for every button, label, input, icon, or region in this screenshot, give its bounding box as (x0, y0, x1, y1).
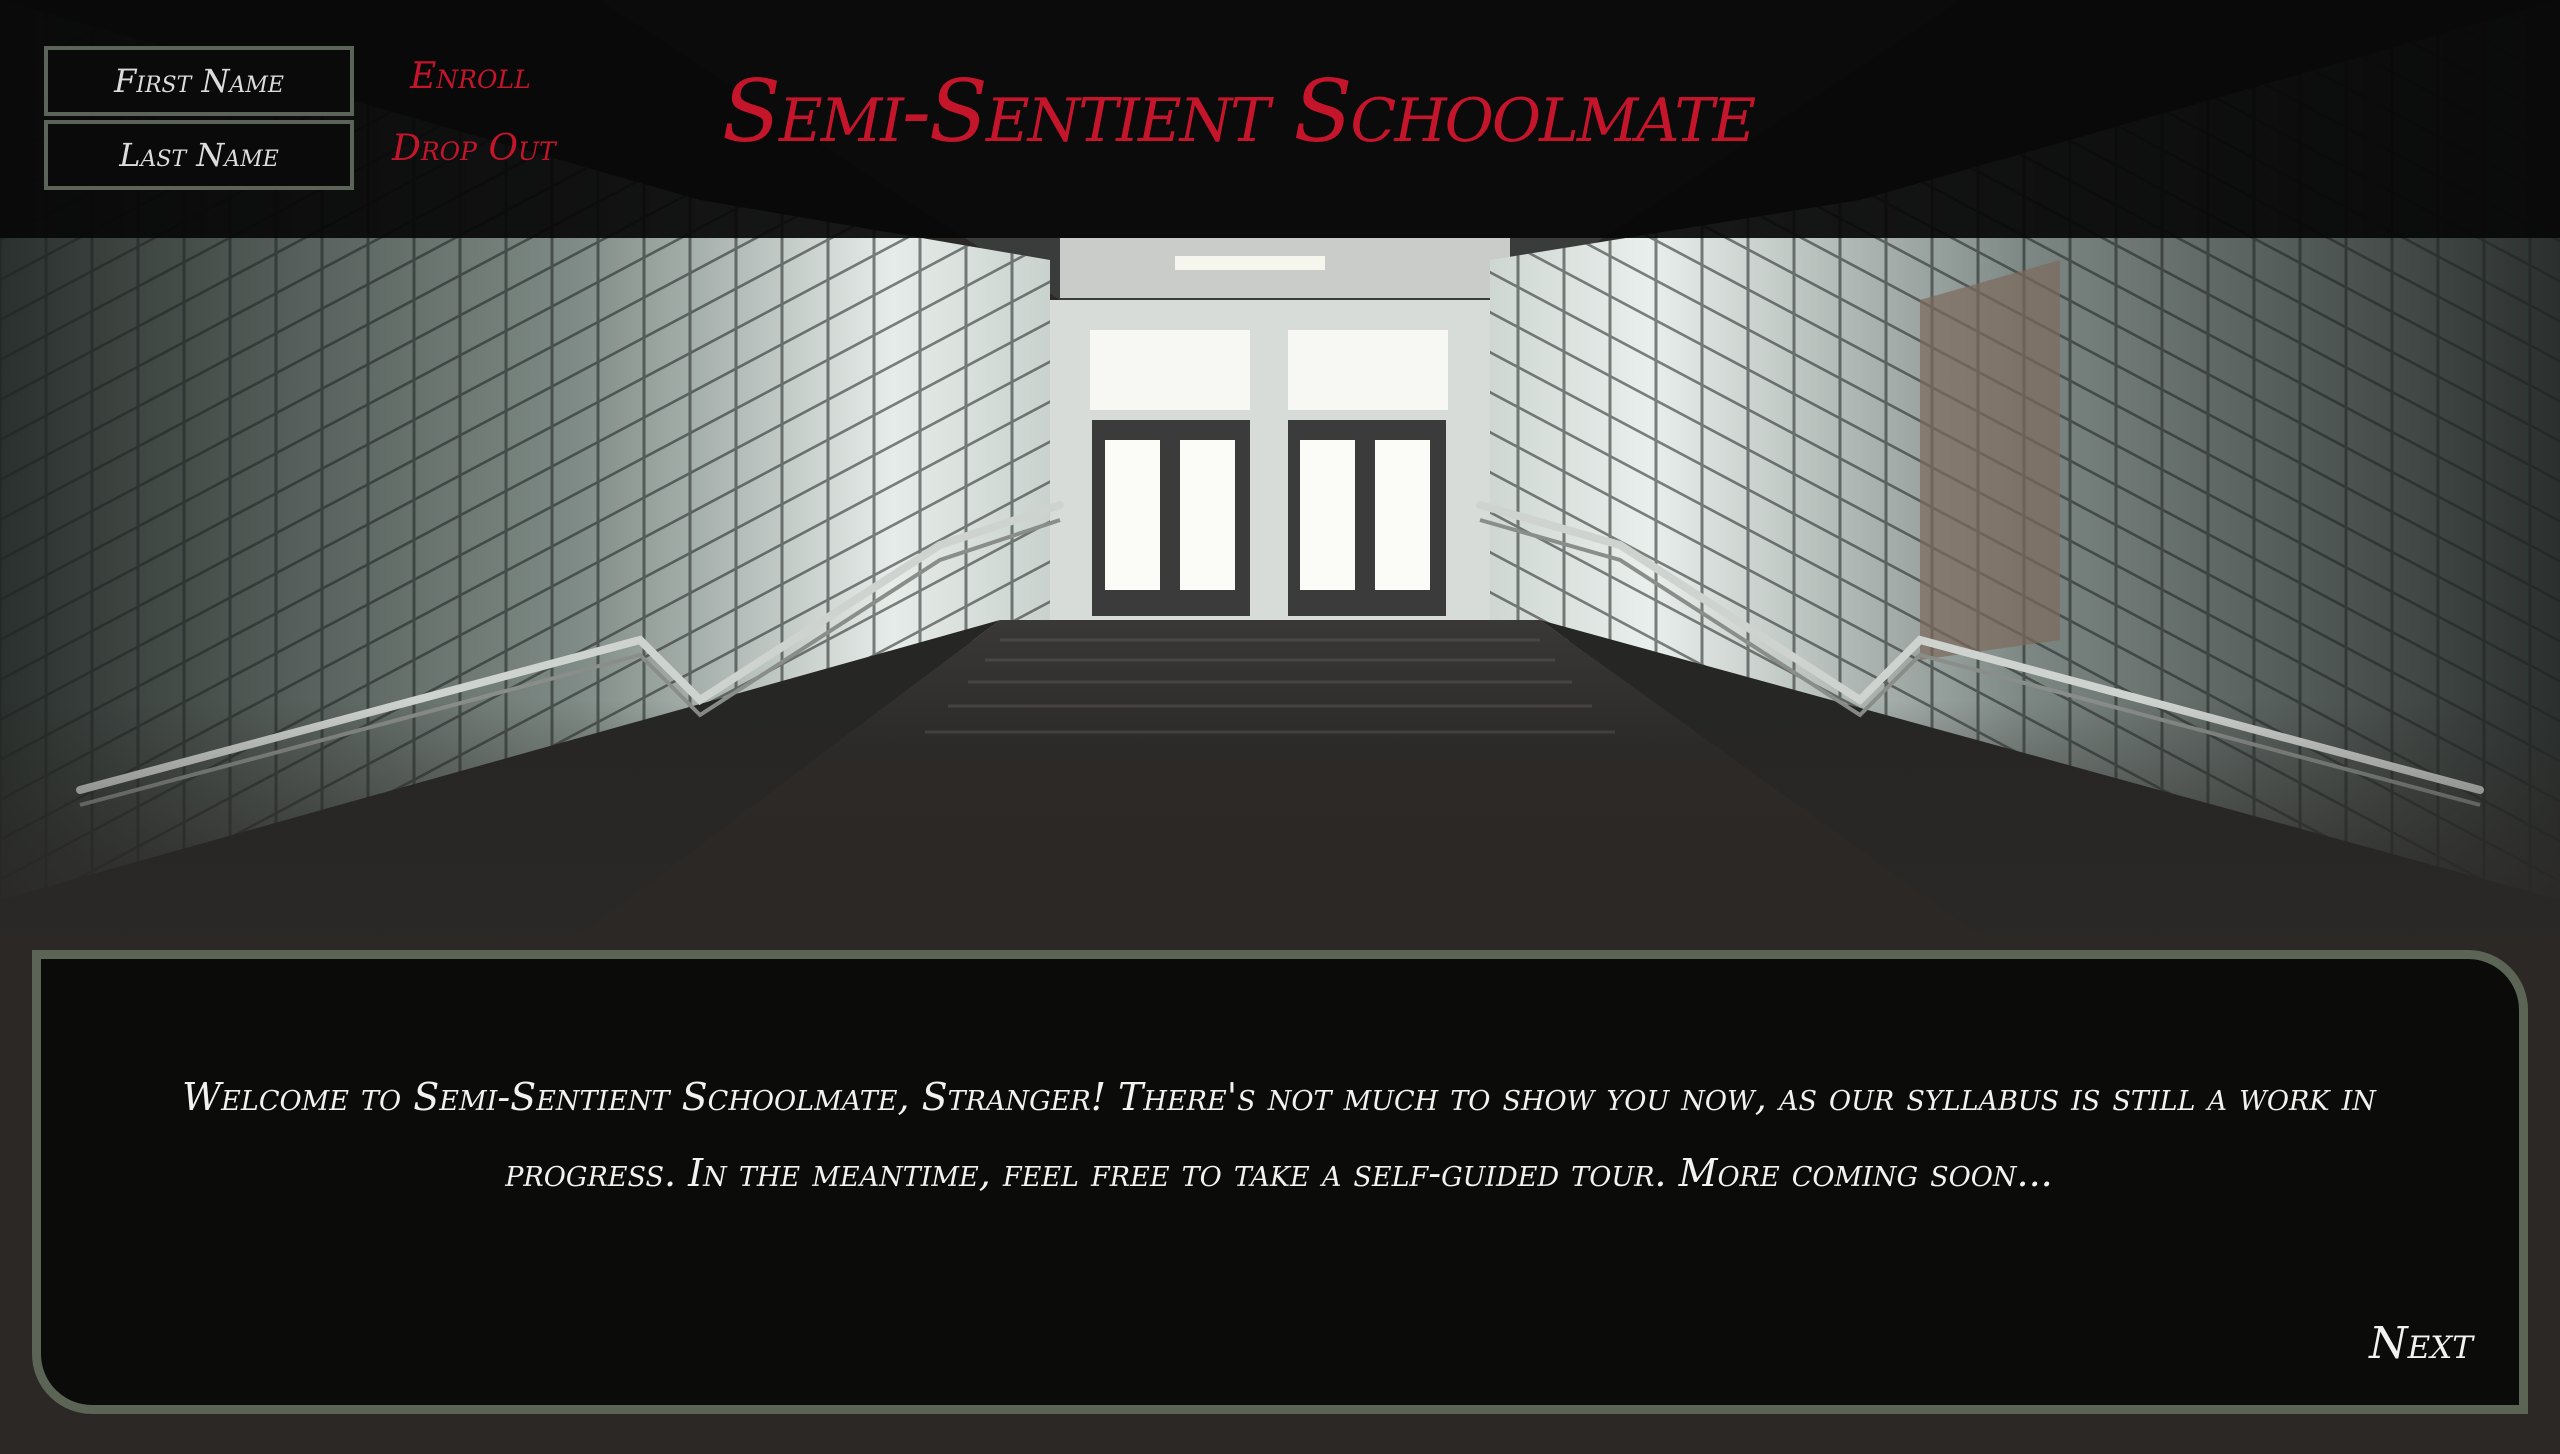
app-stage: Enroll Drop Out Semi-Sentient Schoolmate… (0, 0, 2560, 1454)
first-name-input[interactable] (44, 46, 354, 116)
last-name-input[interactable] (44, 120, 354, 190)
next-button[interactable]: Next (2369, 1318, 2473, 1369)
enroll-link[interactable]: Enroll (410, 56, 531, 97)
site-title: Semi-Sentient Schoolmate (722, 62, 1756, 162)
drop-out-link[interactable]: Drop Out (392, 128, 556, 169)
top-header-bar: Enroll Drop Out Semi-Sentient Schoolmate (0, 0, 2560, 238)
dialog-message: Welcome to Semi-Sentient Schoolmate, Str… (182, 1075, 2376, 1195)
dialog-panel: Welcome to Semi-Sentient Schoolmate, Str… (32, 950, 2528, 1414)
